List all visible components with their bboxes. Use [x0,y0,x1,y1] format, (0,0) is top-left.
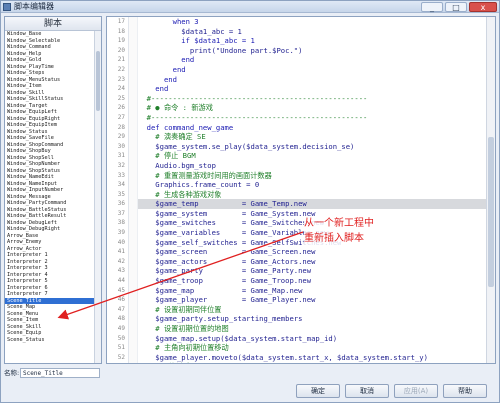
line-number: 23 [117,75,125,83]
scrollbar-thumb[interactable] [96,51,100,111]
line-number: 26 [117,104,125,112]
line-number: 45 [117,286,125,294]
annotation-text: 从一个新工程中 重新插入脚本 [304,216,414,246]
code-line[interactable]: $game_player = Game_Player.new [138,295,486,305]
code-line[interactable]: Graphics.frame_count = 0 [138,180,486,190]
code-area[interactable]: when 3 $data1_abc = 1 if $data1_abc = 1 … [138,17,486,363]
close-button[interactable]: x [469,2,497,12]
line-number-gutter: 17 18 19 20 21 22 23 24 25 26 27 28 29 30 31 32 33 34 35 36… [107,17,129,363]
minimize-button[interactable]: _ [421,2,443,12]
code-line[interactable]: # 停止 BGM [138,151,486,161]
code-line[interactable]: if $data1_abc = 1 [138,36,486,46]
editor-scrollbar-thumb[interactable] [488,137,494,287]
window-title: 脚本编辑器 [14,2,54,11]
code-line[interactable]: # 生成各种游戏对象 [138,190,486,200]
line-number: 25 [117,94,125,102]
code-line[interactable]: $game_system.se_play($data_system.decisi… [138,142,486,152]
name-label: 名称: [4,369,20,377]
line-number: 20 [117,46,125,54]
code-line[interactable]: # 主角向初期位置移动 [138,343,486,353]
ok-button[interactable]: 确定 [296,384,340,398]
code-line[interactable]: #---------------------------------------… [138,113,486,123]
code-line[interactable]: $game_actors = Game_Actors.new [138,257,486,267]
line-number: 29 [117,133,125,141]
line-number: 24 [117,85,125,93]
code-line[interactable]: # 设置初期同伴位置 [138,305,486,315]
line-number: 30 [117,142,125,150]
code-line[interactable]: $game_party = Game_Party.new [138,266,486,276]
line-number: 27 [117,113,125,121]
script-list[interactable]: Window_Base Window_Selectable Window_Comma… [5,31,95,363]
line-number: 32 [117,161,125,169]
code-line[interactable]: $game_party.setup_starting_members [138,314,486,324]
code-line[interactable]: # 设置初期位置的地图 [138,324,486,334]
code-line[interactable]: $game_temp = Game_Temp.new [138,199,486,209]
code-line[interactable]: $game_map.setup($data_system.start_map_i… [138,334,486,344]
line-number: 28 [117,123,125,131]
line-number: 38 [117,219,125,227]
editor-scrollbar[interactable] [486,17,495,363]
line-number: 52 [117,353,125,361]
annotation-line-1: 从一个新工程中 [304,218,374,229]
line-number: 50 [117,334,125,342]
script-name-row: 名称: Scene_Title [4,367,102,379]
line-number: 31 [117,152,125,160]
line-number: 53 [107,362,128,363]
script-list-panel: 脚本 Window_Base Window_Selectable Window_Co… [4,16,102,364]
line-number: 33 [117,171,125,179]
line-number: 17 [117,18,125,25]
line-number: 36 [117,200,125,208]
line-number: 35 [117,190,125,198]
code-line[interactable]: $game_map = Game_Map.new [138,286,486,296]
script-list-scrollbar[interactable] [94,31,101,363]
code-line[interactable]: end [138,65,486,75]
code-editor[interactable]: 17 18 19 20 21 22 23 24 25 26 27 28 29 30 31 32 33 34 35 36… [106,16,496,364]
line-number: 21 [117,56,125,64]
help-button[interactable]: 帮助 [443,384,487,398]
code-line[interactable]: #---------------------------------------… [138,94,486,104]
line-number: 43 [117,267,125,275]
script-list-header: 脚本 [5,17,101,31]
title-bar[interactable]: 脚本编辑器 _ □ x [1,1,499,13]
line-number: 40 [117,238,125,246]
apply-button[interactable]: 应用(A) [394,384,438,398]
code-line[interactable]: end [138,75,486,85]
code-line[interactable]: # 演奏确定 SE [138,132,486,142]
line-number: 51 [117,344,125,352]
code-line[interactable]: $game_troop = Game_Troop.new [138,276,486,286]
line-number: 37 [117,209,125,217]
cancel-button[interactable]: 取消 [345,384,389,398]
line-number: 18 [117,27,125,35]
line-number: 41 [117,248,125,256]
code-line[interactable]: when 3 [138,17,486,27]
line-number: 19 [117,37,125,45]
code-line[interactable]: $game_screen = Game_Screen.new [138,247,486,257]
script-list-item[interactable]: Scene_Status [5,337,95,344]
code-line[interactable]: def command_new_game [138,123,486,133]
line-number: 44 [117,277,125,285]
code-line[interactable]: $data1_abc = 1 [138,27,486,37]
script-name-input[interactable]: Scene_Title [20,368,100,378]
code-line[interactable]: end [138,55,486,65]
line-number: 42 [117,257,125,265]
line-number: 49 [117,325,125,332]
code-line[interactable]: # 重置测量游戏时间用的画面计数器 [138,171,486,181]
line-number: 47 [117,305,125,313]
line-number: 39 [117,229,125,237]
code-line[interactable]: # 刷新主角 [138,362,486,363]
code-line[interactable]: # ● 命令 : 新游戏 [138,103,486,113]
app-icon [3,3,11,11]
line-number: 46 [117,296,125,304]
line-number: 34 [117,181,125,189]
code-line[interactable]: end [138,84,486,94]
code-line[interactable]: $game_player.moveto($data_system.start_x… [138,353,486,363]
fold-margin[interactable] [129,17,138,363]
line-number: 48 [117,315,125,323]
code-line[interactable]: Audio.bgm_stop [138,161,486,171]
line-number: 22 [117,65,125,73]
code-line[interactable]: print("Undone part.$Poc.") [138,46,486,56]
annotation-line-2: 重新插入脚本 [304,233,364,244]
maximize-button[interactable]: □ [445,2,467,12]
